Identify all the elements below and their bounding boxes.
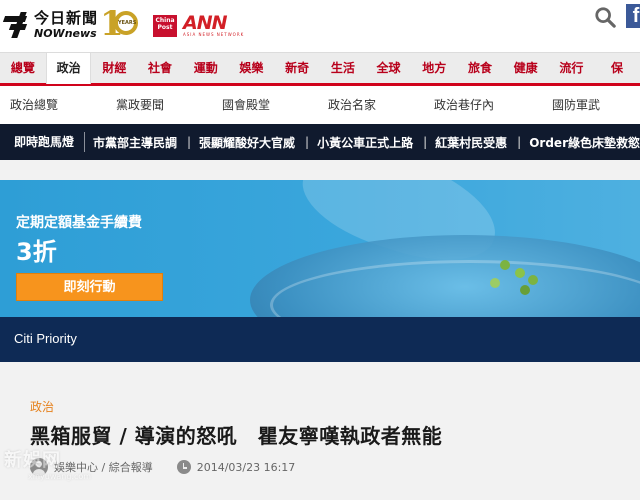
main-nav-item[interactable]: 地方	[411, 53, 457, 84]
partner-logos[interactable]: China Post ANN ASIA NEWS NETWORK	[153, 14, 244, 37]
ticker-separator: |	[423, 135, 428, 149]
main-nav-item[interactable]: 運動	[183, 53, 229, 84]
article-category[interactable]: 政治	[30, 398, 54, 415]
watermark-cn: 新娛网	[4, 450, 61, 471]
ad-cta-button[interactable]: 即刻行動	[16, 273, 163, 301]
ticker-separator: |	[305, 135, 310, 149]
ticker-item[interactable]: 紅葉村民受惠	[435, 134, 507, 151]
main-nav-item[interactable]: 流行	[549, 53, 595, 84]
anniversary-badge: 1 YEARS	[100, 4, 139, 44]
subnav-item-party-news[interactable]: 黨政要聞	[116, 86, 164, 124]
news-ticker: 即時跑馬燈 市黨部主導民調 | 張顯耀酸好大官威 | 小黃公車正式上路 | 紅葉村民受惠 | O…	[0, 124, 640, 160]
main-nav-item[interactable]: 娛樂	[229, 53, 275, 84]
article-datetime: 2014/03/23 16:17	[196, 460, 296, 474]
clock-icon	[176, 460, 191, 474]
ticker-item[interactable]: 小黃公車正式上路	[317, 134, 413, 151]
ticker-item[interactable]: 市黨部主導民調	[93, 134, 177, 151]
ad-footer: Citi Priority	[0, 317, 640, 362]
main-nav-item[interactable]: 社會	[137, 53, 183, 84]
main-nav-item[interactable]: 旅食	[457, 53, 503, 84]
anniversary-years-label: YEARS	[118, 20, 137, 26]
ann-logo: ANN ASIA NEWS NETWORK	[183, 14, 244, 37]
logo-name-cn: 今日新聞	[34, 9, 99, 27]
main-nav-item[interactable]: 總覽	[0, 53, 46, 84]
subnav-item-defense[interactable]: 國防軍武	[552, 86, 600, 124]
top-bar: 今日新聞 NOWnews 1 YEARS China Post ANN ASIA…	[0, 0, 640, 52]
watermark: 新娛网 xinyuwang.com	[4, 446, 114, 500]
ad-brand: Citi Priority	[14, 331, 77, 346]
ticker-item[interactable]: 張顯耀酸好大官威	[199, 134, 295, 151]
ticker-separator: |	[186, 135, 192, 149]
ad-banner[interactable]: 定期定額基金手續費 3折 即刻行動 Citi Priority	[0, 180, 640, 362]
main-nav-item[interactable]: 財經	[91, 53, 137, 84]
subnav-item-columnists[interactable]: 政治名家	[328, 86, 376, 124]
ad-headline: 定期定額基金手續費	[16, 215, 142, 231]
ticker-label: 即時跑馬燈	[0, 132, 85, 152]
ann-name: ANN	[183, 12, 228, 34]
ticker-items: 市黨部主導民調 | 張顯耀酸好大官威 | 小黃公車正式上路 | 紅葉村民受惠 | Order綠色…	[85, 134, 640, 151]
ad-discount: 3折	[16, 238, 57, 266]
main-nav-item[interactable]: 保	[594, 53, 640, 84]
main-nav-item[interactable]: 生活	[320, 53, 366, 84]
site-logo[interactable]: 今日新聞 NOWnews 1 YEARS	[0, 2, 139, 48]
china-post-logo: China Post	[153, 14, 177, 37]
facebook-icon[interactable]: f	[626, 4, 640, 28]
watermark-en: xinyuwang.com	[28, 472, 92, 481]
main-nav: 總覽 政治 財經 社會 運動 娛樂 新奇 生活 全球 地方 旅食 健康 流行保	[0, 52, 640, 86]
search-icon[interactable]	[594, 6, 616, 28]
subnav-item-political-insider[interactable]: 政治巷仔內	[434, 86, 494, 124]
main-nav-item[interactable]: 政治	[45, 53, 92, 84]
logo-mark-icon	[2, 12, 32, 38]
article-title: 黑箱服貿 / 導演的怒吼 瞿友寧嘆執政者無能	[30, 424, 443, 448]
main-nav-item[interactable]: 新奇	[274, 53, 320, 84]
main-nav-item[interactable]: 全球	[366, 53, 412, 84]
subnav-item-politics-overview[interactable]: 政治總覽	[10, 86, 58, 124]
ticker-separator: |	[517, 135, 522, 149]
ticker-item[interactable]: Order綠色床墊救慾	[529, 134, 640, 151]
subnav-item-congress[interactable]: 國會殿堂	[222, 86, 270, 124]
main-nav-item[interactable]: 健康	[503, 53, 549, 84]
ann-tagline: ASIA NEWS NETWORK	[183, 32, 245, 37]
logo-name-en: NOWnews	[34, 27, 97, 40]
sub-nav: 政治總覽 黨政要聞 國會殿堂 政治名家 政治巷仔內 國防軍武	[0, 86, 640, 124]
